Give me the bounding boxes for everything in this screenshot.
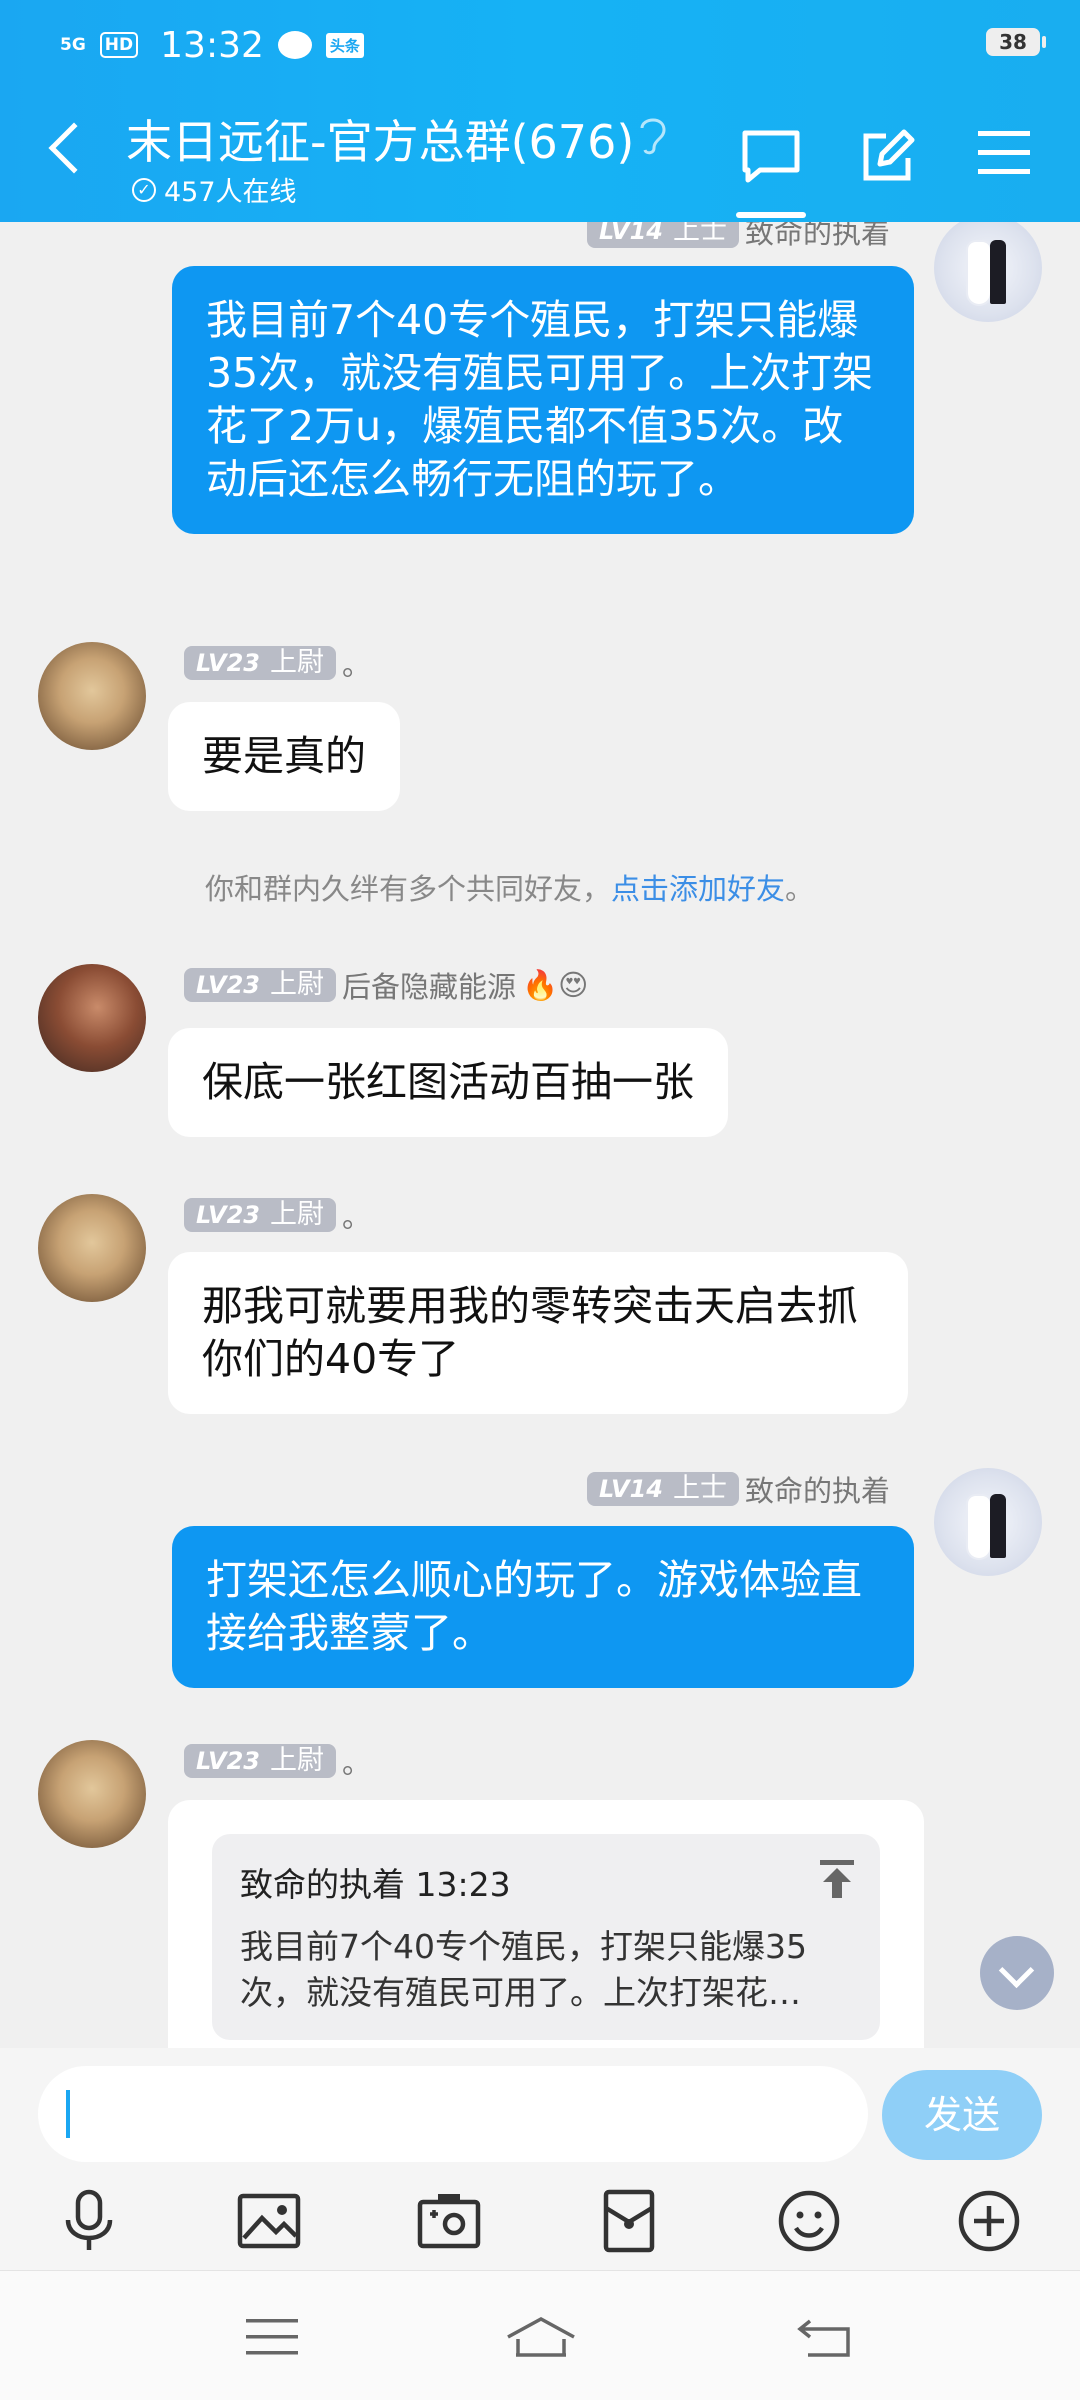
back-nav-icon[interactable]: [796, 2315, 852, 2363]
online-count: ✓ 457人在线: [132, 170, 297, 209]
online-count-label: 457人在线: [164, 177, 297, 208]
recents-icon[interactable]: [244, 2315, 300, 2363]
message-input[interactable]: [38, 2066, 868, 2162]
home-icon[interactable]: [504, 2315, 578, 2367]
sender-name: 。: [341, 1200, 371, 1234]
sender-name: 致命的执着: [744, 222, 890, 250]
message-bubble-other[interactable]: 保底一张红图活动百抽一张: [168, 1028, 728, 1137]
sender-name: 。: [341, 648, 371, 682]
avatar-dog[interactable]: [38, 642, 146, 750]
camera-icon[interactable]: [416, 2188, 482, 2254]
chat-tab-icon[interactable]: [740, 128, 802, 190]
system-message: 你和群内久绊有多个共同好友，点击添加好友。: [205, 872, 815, 906]
level-badge: LV23 上尉: [184, 1198, 336, 1232]
level-badge: LV23 上尉: [184, 646, 336, 680]
scroll-to-bottom-icon[interactable]: [980, 1936, 1054, 2010]
menu-icon[interactable]: [978, 128, 1030, 182]
level-badge: LV14 上士: [587, 1472, 739, 1506]
level-badge: LV23 上尉: [184, 968, 336, 1002]
active-tab-indicator: [736, 212, 806, 218]
sender-emojis: 🔥😍: [521, 967, 589, 1002]
send-button[interactable]: 发送: [882, 2070, 1042, 2160]
sender-meta: LV23 上尉 后备隐藏能源 🔥😍: [184, 964, 588, 1006]
chat-list[interactable]: LV14 上士 致命的执着 我目前7个40专个殖民，打架只能爆35次，就没有殖民可…: [0, 222, 1080, 2048]
network-indicator: 5G: [60, 35, 86, 55]
red-packet-icon[interactable]: [596, 2188, 662, 2254]
notification-badge: 头条: [325, 32, 364, 58]
avatar-dog[interactable]: [38, 1740, 146, 1848]
avatar-man[interactable]: [38, 964, 146, 1072]
level-badge: LV23 上尉: [184, 1744, 336, 1778]
status-time: 13:32: [160, 24, 264, 66]
status-bar: 5G HD 13:32 头条 38: [60, 20, 1046, 70]
notification-chat-icon: [277, 31, 312, 59]
plus-icon[interactable]: [956, 2188, 1022, 2254]
chat-header: 5G HD 13:32 头条 38 末日远征-官方总群(676) ✓ 457人在…: [0, 0, 1080, 222]
quoted-text: 我目前7个40专个殖民，打架只能爆35次，就没有殖民可用了。上次打架花…: [240, 1927, 807, 2012]
microphone-icon[interactable]: [56, 2188, 122, 2254]
message-bubble-self[interactable]: 打架还怎么顺心的玩了。游戏体验直接给我整蒙了。: [172, 1526, 914, 1688]
sender-meta: LV23 上尉 。: [184, 1740, 371, 1782]
check-circle-icon: ✓: [132, 177, 156, 202]
earpiece-icon[interactable]: [636, 112, 670, 166]
sender-meta: LV14 上士 致命的执着: [587, 1468, 890, 1510]
text-caret: [66, 2090, 70, 2138]
image-icon[interactable]: [236, 2188, 302, 2254]
quoted-message[interactable]: 致命的执着 13:23 我目前7个40专个殖民，打架只能爆35次，就没有殖民可用…: [212, 1834, 880, 2040]
reply-message-bubble[interactable]: 致命的执着 13:23 我目前7个40专个殖民，打架只能爆35次，就没有殖民可用…: [168, 1800, 924, 2048]
level-badge: LV14 上士: [587, 222, 739, 248]
back-icon[interactable]: [48, 122, 100, 174]
group-title[interactable]: 末日远征-官方总群(676): [126, 106, 634, 172]
avatar-self[interactable]: [934, 1468, 1042, 1576]
sender-meta: LV23 上尉 。: [184, 642, 371, 684]
sender-name: 致命的执着: [744, 1474, 890, 1508]
message-bubble-other[interactable]: 那我可就要用我的零转突击天启去抓你们的40专了: [168, 1252, 908, 1414]
sender-meta: LV23 上尉 。: [184, 1194, 371, 1236]
sender-name: 后备隐藏能源: [341, 970, 516, 1004]
message-bubble-other[interactable]: 要是真的: [168, 702, 400, 811]
battery-indicator: 38: [986, 28, 1046, 56]
message-bubble-self[interactable]: 我目前7个40专个殖民，打架只能爆35次，就没有殖民可用了。上次打架花了2万u，…: [172, 266, 914, 534]
sender-name: 。: [341, 1746, 371, 1780]
input-bar: 发送: [0, 2048, 1080, 2270]
quoted-header: 致命的执着 13:23: [240, 1865, 511, 1904]
jump-to-original-icon[interactable]: [820, 1860, 854, 1898]
add-friend-link[interactable]: 点击添加好友: [611, 872, 785, 906]
avatar-dog[interactable]: [38, 1194, 146, 1302]
hd-indicator: HD: [99, 32, 139, 58]
system-nav-bar: [0, 2270, 1080, 2400]
edit-icon[interactable]: [858, 128, 916, 190]
emoji-icon[interactable]: [776, 2188, 842, 2254]
avatar-self[interactable]: [934, 222, 1042, 322]
sender-meta: LV14 上士 致命的执着: [587, 222, 890, 252]
